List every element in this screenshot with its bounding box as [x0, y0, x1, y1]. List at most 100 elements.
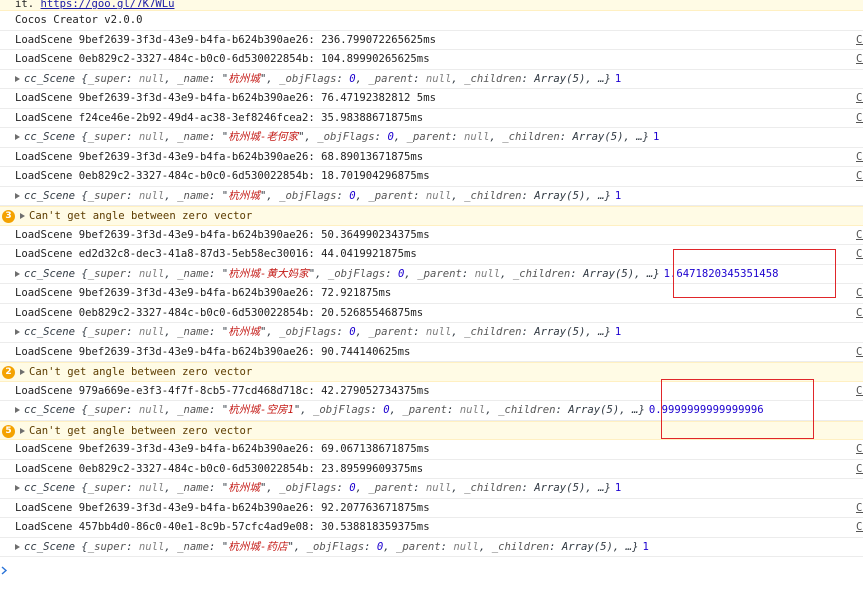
value-super: null: [138, 482, 165, 494]
source-link[interactable]: CCClass.js:1: [856, 518, 863, 537]
source-link[interactable]: CCClass.js:1: [856, 31, 863, 50]
object-message[interactable]: cc_Scene {_super: null, _name: "杭州城-药店",…: [0, 538, 863, 557]
log-message: LoadScene 9bef2639-3f3d-43e9-b4fa-b624b3…: [0, 31, 863, 50]
source-link[interactable]: CCClass.js:1: [856, 89, 863, 108]
key-children: _children: [464, 72, 522, 85]
source-link[interactable]: CCClass.js:1: [856, 343, 863, 362]
source-link[interactable]: CCClass.js:1: [856, 148, 863, 167]
source-link[interactable]: CCClass.js:1: [856, 304, 863, 323]
truncated-prefix: it.: [15, 0, 41, 10]
expand-caret-icon[interactable]: [15, 329, 20, 335]
source-link[interactable]: CCClass.js:1: [856, 284, 863, 303]
extra-value: 1: [614, 72, 622, 85]
version-message: Cocos Creator v2.0.0: [0, 11, 863, 31]
object-message[interactable]: cc_Scene {_super: null, _name: "杭州城-老何家"…: [0, 128, 863, 148]
source-link[interactable]: CCClass.js:1: [856, 226, 863, 245]
key-name: _name: [177, 326, 210, 338]
log-text: LoadScene 0eb829c2-3327-484c-b0c0-6d5300…: [15, 170, 430, 182]
highlight-box-2: [661, 379, 814, 439]
key-super: _super: [87, 131, 127, 143]
source-link[interactable]: CCClass.js:1: [856, 245, 863, 264]
expand-caret-icon[interactable]: [15, 134, 20, 140]
warning-text: Can't get angle between zero vector: [29, 424, 253, 437]
object-type: cc_Scene: [24, 72, 76, 85]
object-message[interactable]: cc_Scene {_super: null, _name: "杭州城", _o…: [0, 323, 863, 343]
object-preview[interactable]: cc_Scene {_super: null, _name: "杭州城-老何家"…: [24, 131, 649, 143]
value-children: Array(5): [534, 326, 586, 338]
log-message: LoadScene 9bef2639-3f3d-43e9-b4fa-b624b3…: [0, 226, 863, 245]
object-message[interactable]: cc_Scene {_super: null, _name: "杭州城", _o…: [0, 187, 863, 206]
ellipsis: …: [625, 540, 633, 553]
value-children: Array(5): [561, 540, 613, 553]
object-type: cc_Scene: [24, 540, 76, 553]
object-preview[interactable]: cc_Scene {_super: null, _name: "杭州城", _o…: [24, 73, 611, 85]
scene-name: 杭州城: [228, 72, 260, 85]
object-message[interactable]: cc_Scene {_super: null, _name: "杭州城", _o…: [0, 479, 863, 499]
log-text: LoadScene 9bef2639-3f3d-43e9-b4fa-b624b3…: [15, 92, 436, 104]
key-objflags: _objFlags: [279, 72, 337, 85]
log-message: LoadScene 9bef2639-3f3d-43e9-b4fa-b624b3…: [0, 148, 863, 167]
value-super: null: [138, 189, 165, 202]
log-text: LoadScene f24ce46e-2b92-49d4-ac38-3ef824…: [15, 111, 424, 124]
log-message: LoadScene 9bef2639-3f3d-43e9-b4fa-b624b3…: [0, 343, 863, 362]
value-parent: null: [459, 404, 486, 416]
log-text: LoadScene 9bef2639-3f3d-43e9-b4fa-b624b3…: [15, 345, 411, 358]
log-text: LoadScene 9bef2639-3f3d-43e9-b4fa-b624b3…: [15, 443, 430, 455]
log-message: LoadScene 0eb829c2-3327-484c-b0c0-6d5300…: [0, 167, 863, 187]
key-objflags: _objFlags: [313, 404, 371, 416]
object-preview[interactable]: cc_Scene {_super: null, _name: "杭州城", _o…: [24, 482, 611, 494]
highlight-box-1: [673, 249, 836, 298]
source-link[interactable]: CCClass.js:1: [856, 50, 863, 69]
object-preview[interactable]: cc_Scene {_super: null, _name: "杭州城-黄大妈家…: [24, 268, 660, 280]
extra-value: 1: [614, 482, 622, 494]
truncated-message: it. https://goo.gl/7K7WLu: [0, 0, 863, 11]
value-children: Array(5): [572, 131, 624, 143]
source-link[interactable]: CCClass.js:1: [856, 382, 863, 401]
expand-caret-icon[interactable]: [15, 407, 20, 413]
value-parent: null: [425, 482, 452, 494]
value-objflags: 0: [398, 267, 405, 280]
value-objflags: 0: [349, 482, 356, 494]
expand-caret-icon[interactable]: [15, 543, 20, 550]
key-objflags: _objFlags: [279, 326, 337, 338]
source-link[interactable]: CCClass.js:1: [856, 499, 863, 518]
expand-caret-icon[interactable]: [15, 485, 20, 491]
expand-caret-icon[interactable]: [20, 369, 25, 375]
value-objflags: 0: [349, 189, 356, 202]
key-super: _super: [87, 267, 127, 280]
key-parent: _parent: [368, 72, 414, 85]
expand-caret-icon[interactable]: [15, 270, 20, 277]
expand-caret-icon[interactable]: [15, 75, 20, 82]
expand-caret-icon[interactable]: [20, 427, 25, 434]
key-name: _name: [177, 131, 210, 143]
warning-text: Can't get angle between zero vector: [29, 210, 253, 222]
object-preview[interactable]: cc_Scene {_super: null, _name: "杭州城", _o…: [24, 326, 611, 338]
expand-caret-icon[interactable]: [20, 213, 25, 219]
ellipsis: …: [636, 131, 643, 143]
key-objflags: _objFlags: [317, 131, 375, 143]
log-message: LoadScene 0eb829c2-3327-484c-b0c0-6d5300…: [0, 304, 863, 323]
object-preview[interactable]: cc_Scene {_super: null, _name: "杭州城", _o…: [24, 190, 611, 202]
console-prompt[interactable]: [0, 563, 20, 577]
object-preview[interactable]: cc_Scene {_super: null, _name: "杭州城-空房1"…: [24, 404, 645, 416]
ellipsis: …: [632, 404, 639, 416]
object-preview[interactable]: cc_Scene {_super: null, _name: "杭州城-药店",…: [24, 541, 638, 553]
log-text: LoadScene 9bef2639-3f3d-43e9-b4fa-b624b3…: [15, 501, 430, 514]
source-link[interactable]: CCClass.js:1: [856, 440, 863, 459]
log-text: LoadScene 457bb4d0-86c0-40e1-8c9b-57cfc4…: [15, 521, 430, 533]
key-children: _children: [502, 131, 560, 143]
key-children: _children: [464, 326, 522, 338]
source-link[interactable]: CCClass.js:1: [856, 167, 863, 186]
expand-caret-icon[interactable]: [15, 192, 20, 199]
ellipsis: …: [598, 482, 605, 494]
object-message[interactable]: cc_Scene {_super: null, _name: "杭州城", _o…: [0, 70, 863, 89]
scene-name: 杭州城-黄大妈家: [228, 267, 309, 280]
warning-message[interactable]: 3 Can't get angle between zero vector: [0, 206, 863, 226]
docs-link[interactable]: https://goo.gl/7K7WLu: [41, 0, 175, 10]
object-type: cc_Scene: [24, 189, 76, 202]
scene-name: 杭州城: [228, 326, 260, 338]
source-link[interactable]: CCClass.js:1: [856, 109, 863, 128]
source-link[interactable]: CCClass.js:1: [856, 460, 863, 479]
scene-name: 杭州城-空房1: [228, 404, 294, 416]
log-text: LoadScene ed2d32c8-dec3-41a8-87d3-5eb58e…: [15, 248, 417, 260]
